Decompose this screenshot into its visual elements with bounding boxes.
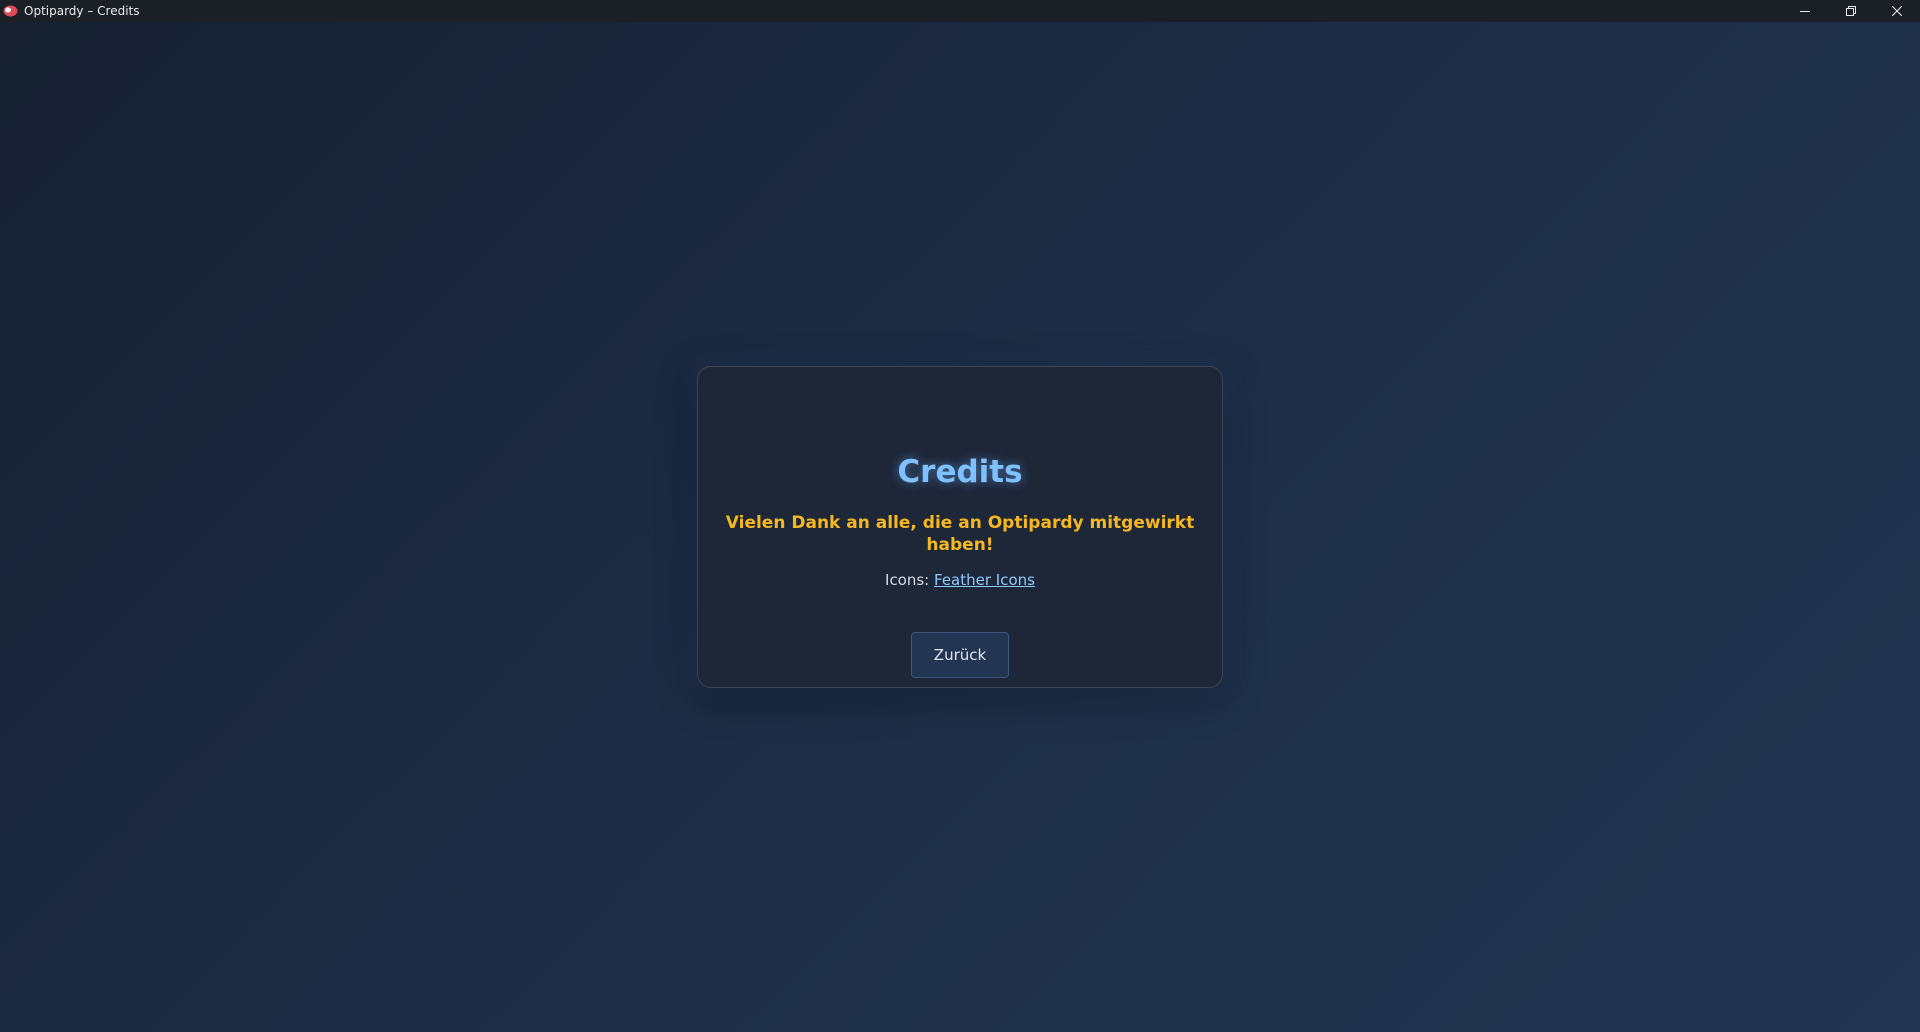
app-content: Credits Vielen Dank an alle, die an Opti… [0,22,1920,1032]
close-button[interactable] [1874,0,1920,22]
icons-credit-label: Icons: [885,571,935,589]
restore-button[interactable] [1828,0,1874,22]
window-controls [1782,0,1920,22]
credits-card: Credits Vielen Dank an alle, die an Opti… [697,366,1223,688]
minimize-icon [1800,11,1810,12]
back-button[interactable]: Zurück [911,632,1009,678]
feather-icons-link[interactable]: Feather Icons [934,571,1035,589]
page-title: Credits [897,454,1023,490]
close-icon [1892,6,1902,16]
minimize-button[interactable] [1782,0,1828,22]
window-titlebar: Optipardy – Credits [0,0,1920,22]
icons-credit: Icons: Feather Icons [698,570,1222,590]
app-logo-icon [3,4,18,18]
restore-icon [1846,6,1856,16]
window-title: Optipardy – Credits [24,4,140,18]
thanks-message: Vielen Dank an alle, die an Optipardy mi… [725,513,1195,555]
